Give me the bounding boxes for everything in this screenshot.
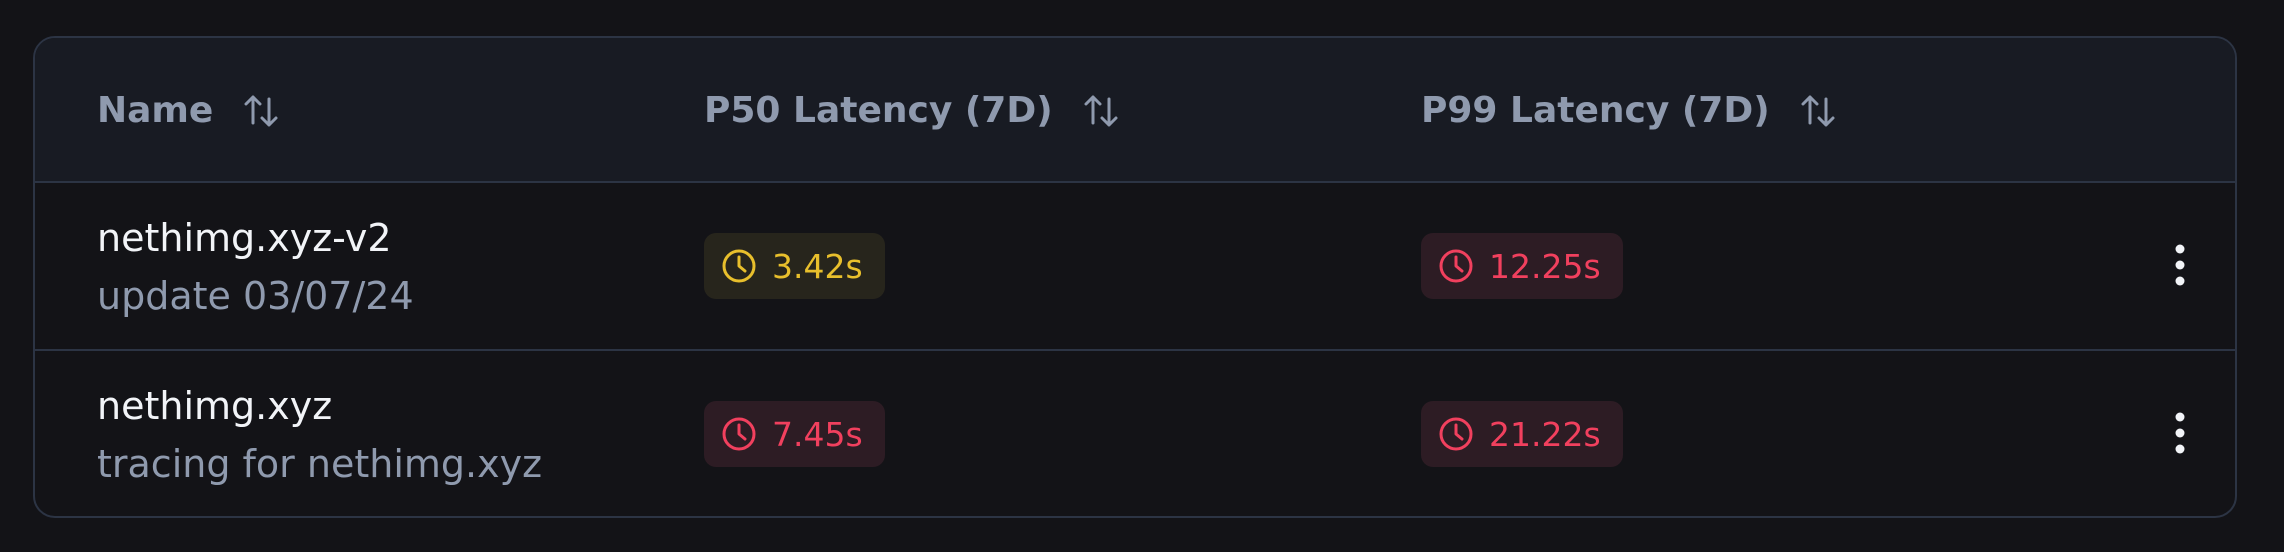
p50-latency-badge: 3.42s [704,233,885,299]
column-header-name[interactable]: Name [97,38,283,183]
name-cell: nethimg.xyz-v2 update 03/07/24 [97,183,414,351]
column-header-p99[interactable]: P99 Latency (7D) [1421,38,1840,183]
sort-arrows-icon[interactable] [1796,89,1840,133]
table-header-row: Name P50 Latency (7D) P99 Latency (7D) [35,38,2235,183]
row-name: nethimg.xyz [97,384,333,428]
sort-arrows-icon[interactable] [239,89,283,133]
p99-latency-badge: 12.25s [1421,233,1623,299]
latency-table: Name P50 Latency (7D) P99 Latency (7D) n… [33,36,2237,518]
p99-latency-badge: 21.22s [1421,401,1623,467]
table-row[interactable]: nethimg.xyz-v2 update 03/07/24 3.42s 12.… [35,183,2235,351]
p50-latency-value: 3.42s [772,246,863,286]
column-header-label: P50 Latency (7D) [704,90,1053,131]
column-header-p50[interactable]: P50 Latency (7D) [704,38,1123,183]
clock-icon [1437,247,1475,285]
row-actions-button[interactable] [2160,405,2200,465]
sort-arrows-icon[interactable] [1079,89,1123,133]
more-vertical-icon[interactable] [2174,243,2186,291]
row-name: nethimg.xyz-v2 [97,216,392,260]
p99-latency-value: 12.25s [1489,246,1601,286]
table-row[interactable]: nethimg.xyz tracing for nethimg.xyz 7.45… [35,351,2235,516]
p50-latency-badge: 7.45s [704,401,885,467]
p99-latency-value: 21.22s [1489,414,1601,454]
clock-icon [1437,415,1475,453]
column-header-label: Name [97,90,214,131]
clock-icon [720,415,758,453]
name-cell: nethimg.xyz tracing for nethimg.xyz [97,351,543,516]
clock-icon [720,247,758,285]
row-actions-button[interactable] [2160,237,2200,297]
column-header-label: P99 Latency (7D) [1421,90,1770,131]
p50-latency-value: 7.45s [772,414,863,454]
row-description: update 03/07/24 [97,274,414,318]
more-vertical-icon[interactable] [2174,411,2186,459]
row-description: tracing for nethimg.xyz [97,442,543,486]
